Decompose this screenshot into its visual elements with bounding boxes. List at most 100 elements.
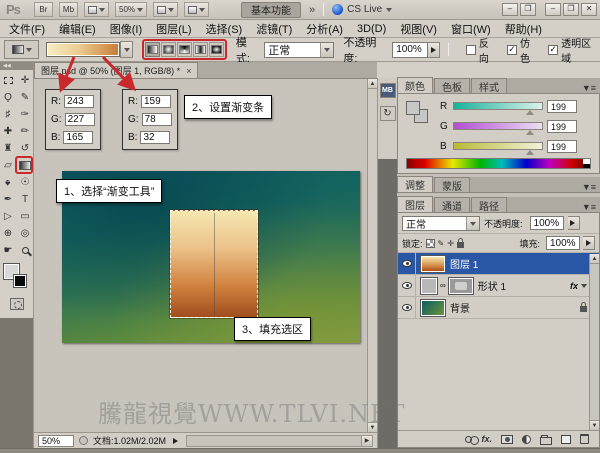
toolbar-collapse-button[interactable]: ◀◀: [0, 62, 33, 70]
background-name[interactable]: 背景: [450, 300, 470, 315]
menu-analysis[interactable]: 分析(A): [299, 21, 350, 37]
layer-opacity-slider-button[interactable]: [567, 216, 580, 230]
brush-tool[interactable]: ✏: [17, 123, 33, 139]
adjustment-layer-button[interactable]: [522, 434, 531, 444]
visibility-toggle[interactable]: [398, 297, 416, 318]
hand-tool[interactable]: ☛: [0, 242, 16, 258]
eyedropper-tool[interactable]: ✑: [17, 106, 33, 122]
view-extras-button[interactable]: [153, 2, 179, 17]
g-value-field[interactable]: 199: [547, 119, 577, 133]
document-tab[interactable]: 图层.psd @ 50% (图层 1, RGB/8) * ×: [34, 62, 199, 78]
background-thumbnail[interactable]: [420, 298, 446, 317]
move-tool[interactable]: ✛: [17, 72, 33, 88]
history-panel-button[interactable]: ↻: [379, 106, 396, 121]
doc-restore-button[interactable]: ❐: [520, 3, 536, 16]
doc-minimize-button[interactable]: –: [502, 3, 518, 16]
layers-scrollbar[interactable]: ▲ ▼: [589, 254, 599, 430]
fill-input[interactable]: 100%: [546, 236, 580, 250]
gradient-filled-selection[interactable]: [170, 210, 258, 318]
gradient-picker-dropdown[interactable]: [120, 41, 133, 58]
linear-gradient-button[interactable]: [144, 42, 160, 57]
diamond-gradient-button[interactable]: [208, 42, 224, 57]
angle-gradient-button[interactable]: [176, 42, 192, 57]
quick-mask-button[interactable]: [9, 298, 24, 310]
shape1-vector-mask-thumbnail[interactable]: [447, 276, 474, 295]
eraser-tool[interactable]: ▱: [0, 157, 16, 173]
background-color-swatch[interactable]: [13, 274, 27, 288]
scroll-down-icon[interactable]: ▼: [590, 420, 599, 430]
shape1-name[interactable]: 形状 1: [478, 278, 506, 293]
menu-layer[interactable]: 图层(L): [149, 21, 198, 37]
delete-layer-button[interactable]: [580, 434, 589, 444]
screen-mode-button[interactable]: [184, 2, 210, 17]
lock-paint-icon[interactable]: ✎: [438, 239, 445, 248]
new-layer-button[interactable]: [561, 434, 571, 444]
scroll-down-icon[interactable]: ▼: [368, 422, 377, 432]
slider-thumb-icon[interactable]: [526, 126, 534, 135]
gradient-preview-bar[interactable]: [46, 42, 121, 57]
maximize-button[interactable]: ❐: [563, 3, 579, 16]
horizontal-scrollbar[interactable]: ▶: [186, 434, 373, 447]
lock-transparency-icon[interactable]: [425, 238, 435, 248]
slider-thumb-icon[interactable]: [526, 106, 534, 115]
foreground-color-swatch[interactable]: [406, 101, 420, 115]
bridge-button[interactable]: Br: [33, 2, 53, 17]
clone-stamp-tool[interactable]: ♜: [0, 140, 16, 156]
new-group-button[interactable]: [540, 434, 552, 445]
scroll-right-icon[interactable]: ▶: [361, 435, 372, 446]
visibility-toggle[interactable]: [398, 253, 416, 274]
tab-layers[interactable]: 图层: [397, 196, 433, 212]
layer-row-layer1[interactable]: 图层 1: [398, 253, 599, 275]
arrange-documents-button[interactable]: [84, 2, 110, 17]
add-layer-mask-button[interactable]: [501, 434, 513, 444]
canvas-area[interactable]: R: 243 G: 227 B: 165 R: 159 G: 78 B: 32 2、设置渐变…: [34, 79, 367, 432]
tab-color[interactable]: 颜色: [397, 77, 433, 93]
blend-mode-select[interactable]: 正常: [264, 41, 335, 58]
cs-live-button[interactable]: CS Live: [332, 4, 393, 15]
panel-menu-icon[interactable]: ▼≡: [582, 182, 600, 192]
layer-effects-badge[interactable]: fx: [570, 281, 587, 291]
menu-edit[interactable]: 编辑(E): [52, 21, 103, 37]
layer1-name[interactable]: 图层 1: [450, 256, 478, 271]
opacity-slider-button[interactable]: [428, 41, 441, 58]
layer-style-button[interactable]: fx.: [481, 434, 492, 444]
workspace-more-button[interactable]: »: [309, 4, 315, 16]
menu-image[interactable]: 图像(I): [103, 21, 149, 37]
tab-masks[interactable]: 蒙版: [434, 177, 470, 193]
vertical-scrollbar[interactable]: ▲ ▼: [367, 79, 377, 432]
tab-adjustments[interactable]: 调整: [397, 176, 433, 192]
scroll-up-icon[interactable]: ▲: [368, 79, 377, 89]
b-value-field[interactable]: 199: [547, 139, 577, 153]
blur-tool[interactable]: ♠: [0, 174, 16, 190]
slider-thumb-icon[interactable]: [526, 146, 534, 155]
scroll-up-icon[interactable]: ▲: [590, 254, 599, 264]
layer1-thumbnail[interactable]: [420, 254, 446, 273]
opacity-input[interactable]: 100%: [392, 41, 429, 58]
path-selection-tool[interactable]: ▷: [0, 208, 16, 224]
reflected-gradient-button[interactable]: [192, 42, 208, 57]
r-value-field[interactable]: 199: [547, 99, 577, 113]
r-slider[interactable]: [453, 102, 543, 115]
menu-view[interactable]: 视图(V): [393, 21, 444, 37]
mini-bridge-panel-button[interactable]: MB: [379, 83, 396, 98]
tab-swatches[interactable]: 色板: [434, 78, 470, 94]
color-spectrum-ramp[interactable]: [406, 158, 591, 169]
status-arrow-button[interactable]: [173, 437, 181, 444]
layer-blend-mode-select[interactable]: 正常: [402, 215, 480, 231]
black-swatch[interactable]: [583, 164, 590, 168]
history-brush-tool[interactable]: ↺: [17, 140, 33, 156]
spot-healing-brush-tool[interactable]: ✚: [0, 123, 16, 139]
mini-bridge-button[interactable]: Mb: [58, 2, 79, 17]
close-button[interactable]: ✕: [581, 3, 597, 16]
quick-selection-tool[interactable]: ✎: [17, 89, 33, 105]
shape1-thumbnail[interactable]: [420, 276, 438, 295]
g-slider[interactable]: [453, 122, 543, 135]
panel-menu-icon[interactable]: ▼≡: [582, 202, 600, 212]
rectangle-shape-tool[interactable]: ▭: [17, 208, 33, 224]
status-zoom-field[interactable]: 50%: [38, 434, 74, 447]
tab-paths[interactable]: 路径: [471, 197, 507, 213]
layer-row-background[interactable]: 背景: [398, 297, 599, 319]
visibility-toggle[interactable]: [398, 275, 416, 296]
dither-checkbox[interactable]: 仿色: [507, 35, 539, 65]
lock-position-icon[interactable]: ✛: [447, 239, 454, 248]
